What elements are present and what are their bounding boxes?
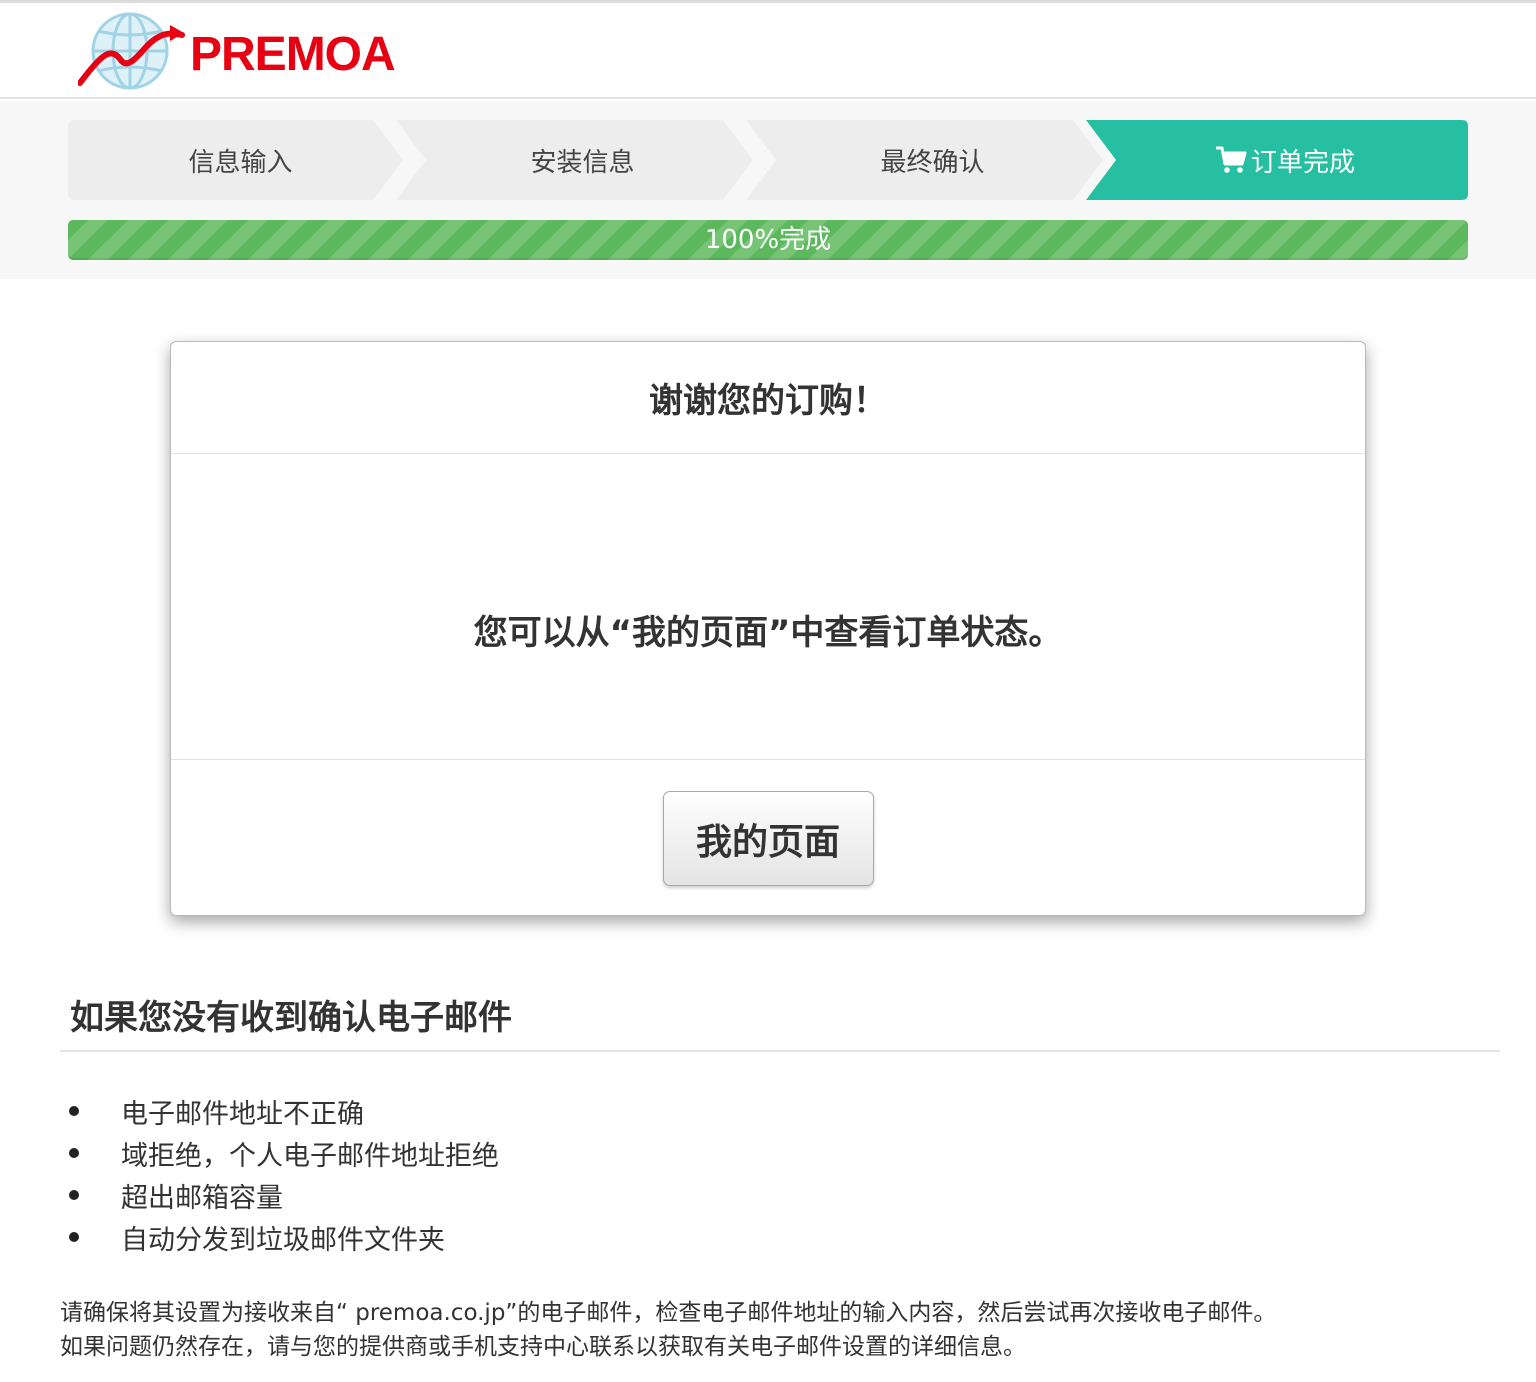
step-label: 订单完成 [1250, 147, 1355, 178]
bullet-icon [69, 1106, 79, 1116]
list-item: 域拒绝，个人电子邮件地址拒绝 [62, 1132, 499, 1174]
order-status-message: 您可以从“我的页面”中查看订单状态。 [473, 613, 1063, 653]
order-complete-panel: 谢谢您的订购！ 您可以从“我的页面”中查看订单状态。 我的页面 [170, 341, 1366, 916]
progress-label: 100%完成 [704, 225, 832, 255]
checkout-steps: 信息输入 安装信息 最终确认 订单完成 [68, 120, 1468, 200]
panel-header: 谢谢您的订购！ [171, 342, 1365, 454]
email-help-title: 如果您没有收到确认电子邮件 [70, 998, 512, 1038]
note-line: 如果问题仍然存在，请与您的提供商或手机支持中心联系以获取有关电子邮件设置的详细信… [60, 1334, 1026, 1360]
step-label: 最终确认 [880, 147, 985, 178]
step-install-info: 安装信息 [378, 120, 763, 200]
site-header: PREMOA [0, 3, 1536, 99]
thank-you-title: 谢谢您的订购！ [649, 381, 887, 421]
email-help-notes: 请确保将其设置为接收来自“ premoa.co.jp”的电子邮件，检查电子邮件地… [60, 1296, 1276, 1364]
step-label: 安装信息 [530, 147, 635, 178]
bullet-icon [69, 1148, 79, 1158]
progress-bar: 100%完成 [68, 220, 1468, 260]
section-divider [60, 1050, 1500, 1052]
checkout-progress-area: 信息输入 安装信息 最终确认 订单完成 100%完成 [0, 101, 1536, 279]
step-label: 信息输入 [188, 147, 293, 178]
my-page-button[interactable]: 我的页面 [662, 791, 874, 886]
email-reason-list: 电子邮件地址不正确 域拒绝，个人电子邮件地址拒绝 超出邮箱容量 自动分发到垃圾邮… [62, 1090, 499, 1258]
list-item: 自动分发到垃圾邮件文件夹 [62, 1216, 499, 1258]
step-order-complete: 订单完成 [1078, 120, 1468, 200]
step-final-confirm: 最终确认 [728, 120, 1113, 200]
bullet-icon [69, 1190, 79, 1200]
brand-name: PREMOA [190, 28, 396, 81]
premoa-logo[interactable]: PREMOA [78, 9, 398, 97]
list-item: 电子邮件地址不正确 [62, 1090, 499, 1132]
step-info-input: 信息输入 [68, 120, 413, 200]
cart-icon [1215, 146, 1247, 173]
bullet-icon [69, 1232, 79, 1242]
note-line: 请确保将其设置为接收来自“ premoa.co.jp”的电子邮件，检查电子邮件地… [60, 1300, 1277, 1326]
panel-body: 您可以从“我的页面”中查看订单状态。 [171, 454, 1365, 760]
panel-footer: 我的页面 [171, 760, 1365, 917]
list-item: 超出邮箱容量 [62, 1174, 499, 1216]
globe-icon [78, 12, 185, 90]
